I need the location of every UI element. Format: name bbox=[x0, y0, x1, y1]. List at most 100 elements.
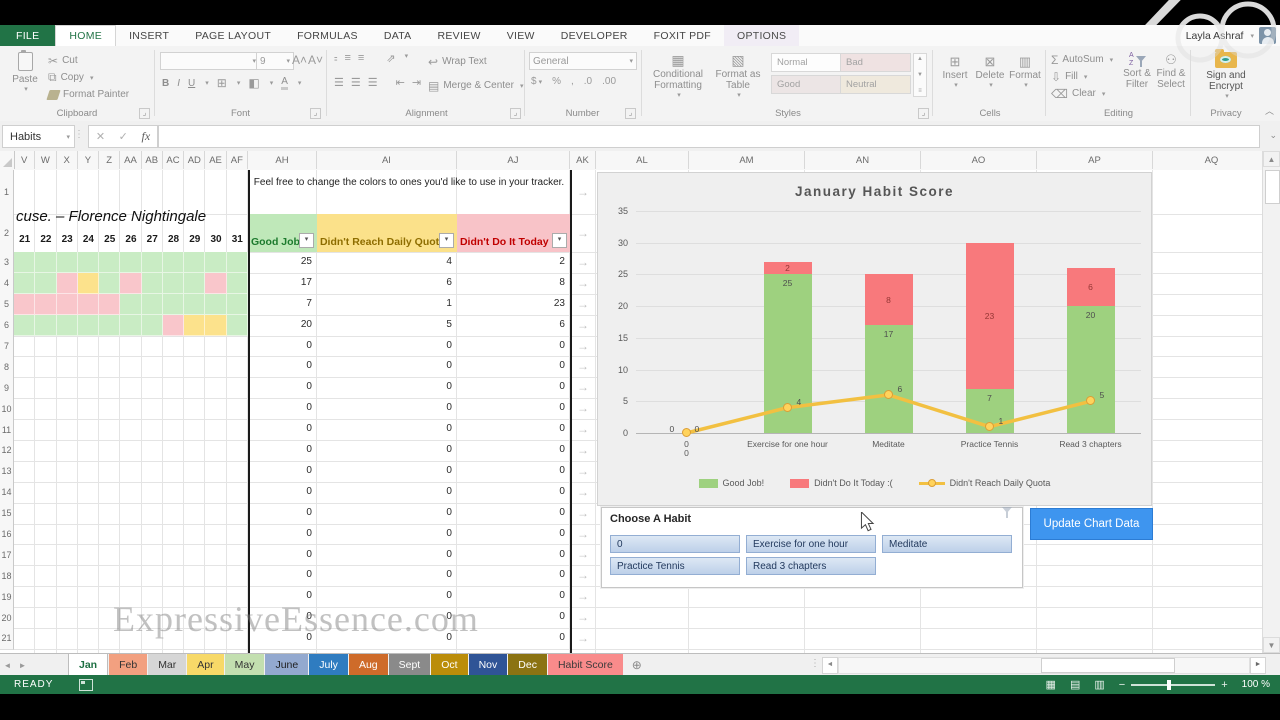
data-cell[interactable]: 0 bbox=[248, 482, 312, 503]
data-cell[interactable]: 0 bbox=[317, 419, 452, 440]
column-header-AM[interactable]: AM bbox=[689, 151, 805, 169]
column-header-AL[interactable]: AL bbox=[596, 151, 689, 169]
data-cell[interactable]: 0 bbox=[457, 503, 565, 524]
font-name-select[interactable]: ▾ bbox=[160, 52, 260, 70]
page-layout-view-icon[interactable]: ▤ bbox=[1070, 678, 1080, 691]
tracker-cell[interactable] bbox=[57, 273, 78, 294]
row-header-15[interactable]: 15 bbox=[0, 503, 14, 525]
data-cell[interactable]: 0 bbox=[248, 565, 312, 586]
align-bottom-icon[interactable]: ≡ bbox=[358, 52, 364, 67]
italic-button[interactable]: I bbox=[177, 78, 180, 89]
tabbar-resize-handle[interactable]: ⋮ bbox=[810, 658, 820, 669]
column-header-AH[interactable]: AH bbox=[248, 151, 317, 169]
row-header-16[interactable]: 16 bbox=[0, 524, 14, 546]
tracker-cell[interactable] bbox=[35, 315, 56, 336]
data-cell[interactable]: 7 bbox=[248, 294, 312, 315]
row-header-14[interactable]: 14 bbox=[0, 482, 14, 504]
tracker-cell[interactable] bbox=[227, 294, 248, 315]
data-cell[interactable]: 0 bbox=[317, 461, 452, 482]
data-cell[interactable]: 0 bbox=[317, 482, 452, 503]
sheet-tab-oct[interactable]: Oct bbox=[431, 654, 467, 676]
zoom-in-icon[interactable]: + bbox=[1221, 679, 1227, 691]
tracker-cell[interactable] bbox=[163, 315, 184, 336]
style-bad[interactable]: Bad bbox=[840, 53, 911, 72]
tracker-cell[interactable] bbox=[227, 252, 248, 273]
tracker-cell[interactable] bbox=[57, 315, 78, 336]
row-header-11[interactable]: 11 bbox=[0, 419, 14, 441]
data-cell[interactable]: 0 bbox=[457, 565, 565, 586]
sheet-tab-june[interactable]: June bbox=[265, 654, 308, 676]
tracker-cell[interactable] bbox=[57, 252, 78, 273]
ribbon-tab-insert[interactable]: INSERT bbox=[116, 25, 182, 46]
sheet-tab-sept[interactable]: Sept bbox=[389, 654, 431, 676]
column-header-AB[interactable]: AB bbox=[142, 151, 163, 169]
slicer-item[interactable]: 0 bbox=[610, 535, 740, 553]
legend-item[interactable]: Didn't Do It Today :( bbox=[790, 478, 893, 488]
collapse-ribbon-icon[interactable]: ︿ bbox=[1265, 104, 1274, 117]
insert-cells-button[interactable]: ⊞Insert▾ bbox=[938, 54, 972, 89]
cancel-entry-icon[interactable]: ✕ bbox=[96, 130, 105, 143]
tracker-cell[interactable] bbox=[163, 252, 184, 273]
sheet-nav-right-icon[interactable]: ► bbox=[15, 654, 30, 676]
insert-function-icon[interactable]: fx bbox=[142, 129, 151, 144]
sheet-tab-july[interactable]: July bbox=[309, 654, 348, 676]
habit-slicer[interactable]: Choose A Habit 0Exercise for one hourMed… bbox=[601, 507, 1023, 588]
formula-input[interactable] bbox=[158, 125, 1260, 148]
tracker-cell[interactable] bbox=[205, 315, 226, 336]
decrease-indent-icon[interactable]: ⇤ bbox=[396, 76, 405, 89]
data-cell[interactable]: 20 bbox=[248, 315, 312, 336]
sheet-nav-left-icon[interactable]: ◄ bbox=[0, 654, 15, 676]
data-cell[interactable]: 0 bbox=[317, 377, 452, 398]
scroll-down-icon[interactable]: ▼ bbox=[1263, 637, 1280, 653]
column-header-AN[interactable]: AN bbox=[805, 151, 921, 169]
align-left-icon[interactable]: ☰ bbox=[334, 76, 344, 89]
filter-dropdown-icon[interactable]: ▾ bbox=[552, 233, 567, 248]
vertical-scrollbar[interactable]: ▲ ▼ bbox=[1262, 151, 1280, 653]
horizontal-scroll-thumb[interactable] bbox=[1041, 658, 1175, 673]
format-as-table-button[interactable]: ▧ Format asTable▾ bbox=[711, 52, 765, 99]
data-cell[interactable]: 0 bbox=[248, 377, 312, 398]
data-cell[interactable]: 0 bbox=[457, 398, 565, 419]
tracker-cell[interactable] bbox=[35, 294, 56, 315]
tracker-cell[interactable] bbox=[184, 252, 205, 273]
row-header-18[interactable]: 18 bbox=[0, 565, 14, 587]
row-header-3[interactable]: 3 bbox=[0, 252, 14, 274]
new-sheet-icon[interactable]: ⊕ bbox=[624, 654, 650, 676]
slicer-item[interactable]: Meditate bbox=[882, 535, 1012, 553]
data-cell[interactable]: 0 bbox=[457, 377, 565, 398]
align-top-icon[interactable]: ⹀ bbox=[334, 52, 338, 67]
wrap-text-button[interactable]: ↩Wrap Text bbox=[428, 53, 487, 70]
conditional-formatting-button[interactable]: ▦ ConditionalFormatting▾ bbox=[647, 52, 709, 99]
data-cell[interactable]: 0 bbox=[457, 482, 565, 503]
increase-decimal-icon[interactable]: .0 bbox=[584, 76, 592, 87]
data-cell[interactable]: 0 bbox=[457, 419, 565, 440]
column-header-V[interactable]: V bbox=[14, 151, 35, 169]
row-header-7[interactable]: 7 bbox=[0, 336, 14, 358]
sheet-tab-mar[interactable]: Mar bbox=[148, 654, 186, 676]
tracker-cell[interactable] bbox=[163, 294, 184, 315]
tracker-cell[interactable] bbox=[227, 315, 248, 336]
data-cell[interactable]: 0 bbox=[457, 356, 565, 377]
autosum-button[interactable]: ΣAutoSum▾ bbox=[1051, 51, 1113, 68]
column-header-AQ[interactable]: AQ bbox=[1153, 151, 1271, 169]
style-neutral[interactable]: Neutral bbox=[840, 75, 911, 94]
tracker-cell[interactable] bbox=[99, 315, 120, 336]
slicer-item[interactable]: Practice Tennis bbox=[610, 557, 740, 575]
decrease-decimal-icon[interactable]: .00 bbox=[602, 76, 616, 87]
ribbon-tab-file[interactable]: FILE bbox=[0, 25, 55, 46]
data-cell[interactable]: 0 bbox=[457, 336, 565, 357]
ribbon-tab-page-layout[interactable]: PAGE LAYOUT bbox=[182, 25, 284, 46]
data-cell[interactable]: 25 bbox=[248, 252, 312, 273]
number-format-select[interactable]: General▾ bbox=[529, 52, 637, 70]
filter-dropdown-icon[interactable]: ▾ bbox=[299, 233, 314, 248]
comma-format-icon[interactable]: , bbox=[571, 76, 574, 87]
sheet-tab-nov[interactable]: Nov bbox=[469, 654, 508, 676]
bold-button[interactable]: B bbox=[162, 78, 169, 89]
column-header-AD[interactable]: AD bbox=[184, 151, 205, 169]
data-cell[interactable]: 0 bbox=[248, 398, 312, 419]
align-right-icon[interactable]: ☰ bbox=[368, 76, 378, 89]
ribbon-tab-home[interactable]: HOME bbox=[55, 25, 116, 46]
clear-button[interactable]: ⌫Clear▾ bbox=[1051, 85, 1113, 102]
data-cell[interactable]: 0 bbox=[457, 440, 565, 461]
row-header-13[interactable]: 13 bbox=[0, 461, 14, 483]
